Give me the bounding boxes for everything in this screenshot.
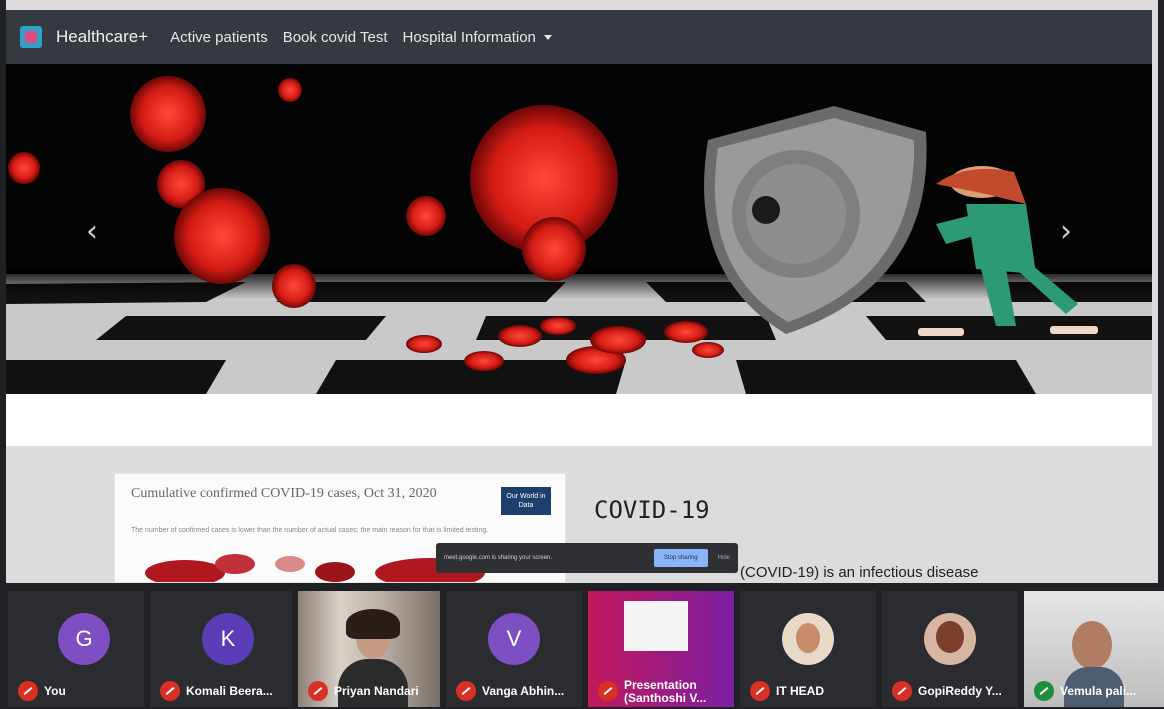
carousel-next-button[interactable]: › <box>1060 214 1072 249</box>
mic-off-icon <box>456 681 476 701</box>
map-region <box>275 556 305 572</box>
mic-off-icon <box>750 681 770 701</box>
participant-name: Priyan Nandari <box>334 684 419 698</box>
map-title: Cumulative confirmed COVID-19 cases, Oct… <box>131 486 437 501</box>
hide-button[interactable]: Hide <box>718 555 730 561</box>
map-region <box>145 560 225 582</box>
carousel-prev-button[interactable]: ‹ <box>86 214 98 249</box>
participant-name: Vemula pali... <box>1060 684 1137 698</box>
hospital-logo-icon[interactable] <box>20 26 42 48</box>
participant-name: GopiReddy Y... <box>918 684 1002 698</box>
participant-name: Vanga Abhin... <box>482 684 565 698</box>
participant-tile[interactable]: GopiReddy Y... <box>882 591 1018 707</box>
mic-off-icon <box>598 681 618 701</box>
participant-name: You <box>44 684 66 698</box>
map-region <box>215 554 255 574</box>
participant-tile[interactable]: V Vanga Abhin... <box>446 591 582 707</box>
checker-floor <box>6 269 1152 394</box>
participant-tile[interactable]: Presentation (Santhoshi V... <box>588 591 734 707</box>
avatar: G <box>58 613 110 665</box>
owid-badge: Our World in Data <box>501 487 551 515</box>
avatar: V <box>488 613 540 665</box>
covid-heading: COVID-19 <box>594 496 710 524</box>
mic-off-icon <box>892 681 912 701</box>
nav-book-covid-test[interactable]: Book covid Test <box>283 29 388 46</box>
participant-tile[interactable]: Vemula pali... <box>1024 591 1164 707</box>
participant-tile[interactable]: K Komali Beera... <box>150 591 292 707</box>
avatar: K <box>202 613 254 665</box>
share-notification-text: meet.google.com is sharing your screen. <box>444 555 553 561</box>
nav-hospital-information-dropdown[interactable]: Hospital Information <box>402 28 552 46</box>
participant-face <box>1072 621 1112 669</box>
participant-tile[interactable]: IT HEAD <box>740 591 876 707</box>
hero-image <box>6 64 1152 394</box>
screen-share-notification: meet.google.com is sharing your screen. … <box>436 543 738 573</box>
presentation-thumbnail <box>624 601 688 651</box>
brand-link[interactable]: Healthcare+ <box>56 27 148 47</box>
avatar-photo <box>924 613 976 665</box>
participant-body <box>338 659 408 707</box>
nav-hospital-information-label: Hospital Information <box>402 28 536 46</box>
participant-name: IT HEAD <box>776 684 824 698</box>
stop-sharing-button[interactable]: Stop sharing <box>653 549 708 567</box>
participant-tile[interactable]: G You <box>8 591 144 707</box>
speaking-indicator-icon <box>1034 681 1054 701</box>
participant-name: Komali Beera... <box>186 684 273 698</box>
meet-participant-strip: G You K Komali Beera... Priyan Nandari V… <box>0 583 1164 709</box>
page-spacer <box>6 394 1152 446</box>
covid-description: (COVID-19) is an infectious disease <box>740 564 979 581</box>
mic-off-icon <box>160 681 180 701</box>
participant-hair <box>346 609 400 639</box>
hero-carousel: ‹ › <box>6 64 1152 394</box>
map-region <box>315 562 355 582</box>
avatar-photo <box>782 613 834 665</box>
participant-tile[interactable]: Priyan Nandari <box>298 591 440 707</box>
mic-off-icon <box>18 681 38 701</box>
participant-name: Presentation (Santhoshi V... <box>624 678 707 705</box>
participant-face <box>796 623 820 653</box>
caret-down-icon <box>543 35 552 41</box>
mic-off-icon <box>308 681 328 701</box>
navbar: Healthcare+ Active patients Book covid T… <box>6 10 1152 64</box>
map-subtitle: The number of confirmed cases is lower t… <box>131 527 489 534</box>
participant-face <box>936 621 964 653</box>
nav-active-patients[interactable]: Active patients <box>170 29 268 46</box>
